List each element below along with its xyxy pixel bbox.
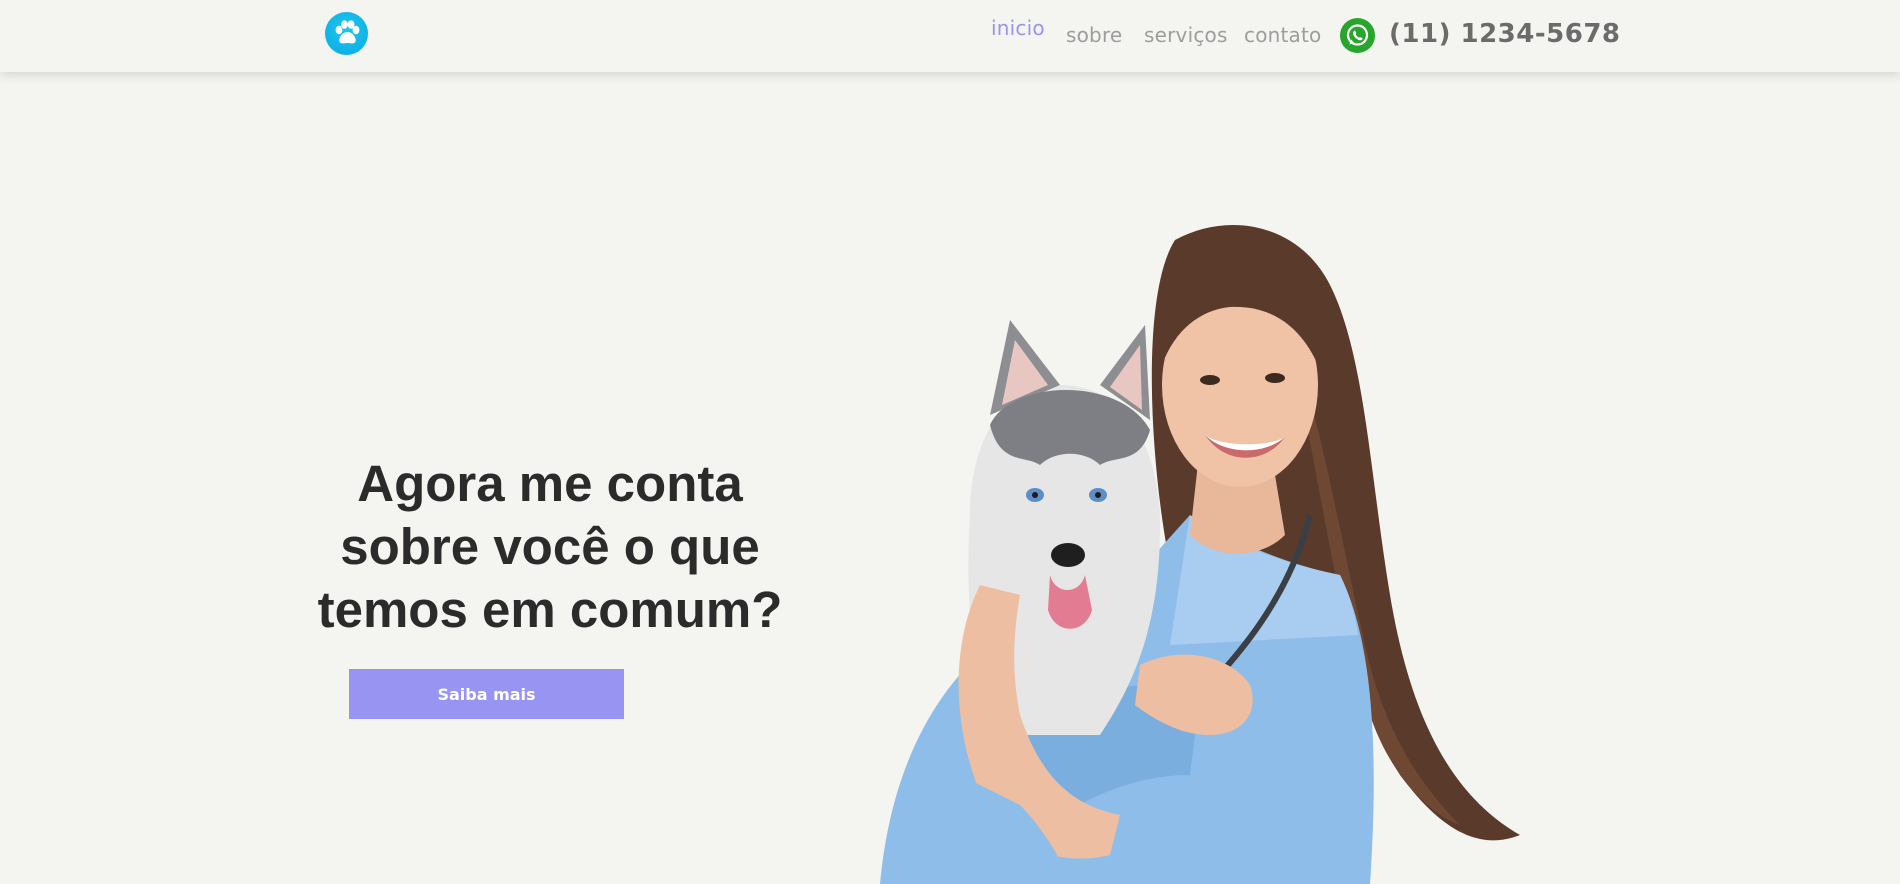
nav-link-inicio[interactable]: inicio [991,16,1045,40]
hero-title-line: sobre você o que [340,518,760,575]
nav-link-sobre[interactable]: sobre [1066,23,1122,47]
hero-title-line: temos em comum? [317,581,783,638]
vet-with-husky-image [880,225,1520,884]
whatsapp-icon[interactable] [1340,18,1375,53]
hero-title-line: Agora me conta [357,455,743,512]
nav-link-servicos[interactable]: serviços [1144,23,1228,47]
saiba-mais-button[interactable]: Saiba mais [349,669,624,719]
nav-link-contato[interactable]: contato [1244,23,1321,47]
phone-number[interactable]: (11) 1234-5678 [1389,19,1621,49]
site-header: inicio sobre serviços contato (11) 1234-… [0,0,1900,72]
hero-title: Agora me conta sobre você o que temos em… [300,452,800,641]
